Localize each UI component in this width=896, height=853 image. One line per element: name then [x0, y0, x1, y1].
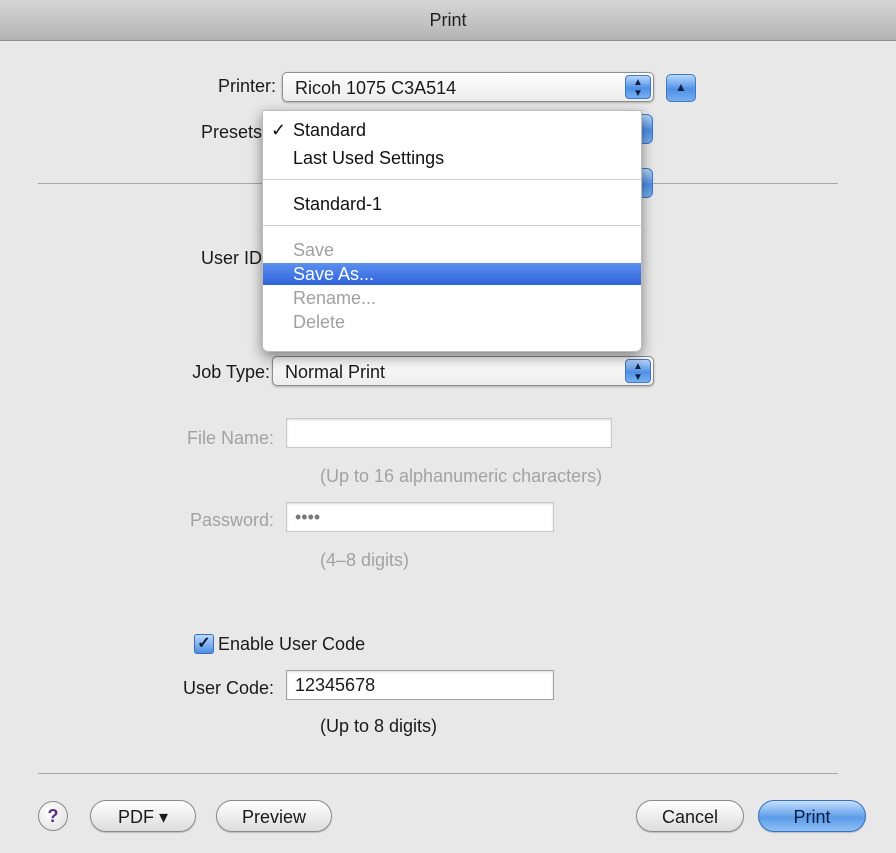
password-field[interactable]: •••• [286, 502, 554, 532]
up-down-arrows-icon: ▲ ▼ [625, 75, 651, 99]
menu-item-last-used-settings[interactable]: Last Used Settings [263, 147, 641, 169]
presets-label: Presets [200, 122, 262, 142]
menu-separator [263, 179, 641, 180]
presets-menu: ✓ Standard Last Used Settings Standard-1… [262, 110, 642, 352]
bottom-separator [38, 773, 838, 774]
menu-item-save: Save [293, 240, 335, 260]
checkmark-icon: ✓ [271, 120, 287, 140]
user-code-field[interactable]: 12345678 [286, 670, 554, 700]
print-button[interactable]: Print [758, 800, 866, 832]
pane-popup-edge[interactable] [642, 168, 653, 198]
user-code-hint: (Up to 8 digits) [320, 716, 438, 736]
printer-popup[interactable]: Ricoh 1075 C3A514 ▲ ▼ [282, 72, 654, 102]
menu-item-save-as[interactable]: Save As... [263, 263, 641, 285]
menu-item-delete: Delete [293, 312, 346, 332]
menu-item-rename: Rename... [293, 288, 377, 308]
file-name-field[interactable] [286, 418, 612, 448]
user-code-label: User Code: [182, 678, 274, 698]
job-type-value: Normal Print [285, 362, 386, 382]
menu-item-standard-1[interactable]: Standard-1 [263, 193, 641, 215]
menu-separator [263, 225, 641, 226]
enable-user-code-label[interactable]: Enable User Code [218, 634, 365, 655]
menu-item-label: Standard [293, 120, 367, 140]
file-name-label: File Name: [186, 428, 274, 448]
help-icon[interactable]: ? [38, 801, 68, 831]
enable-user-code-checkbox[interactable]: ✓ [194, 634, 214, 654]
cancel-button[interactable]: Cancel [636, 800, 744, 832]
file-name-hint: (Up to 16 alphanumeric characters) [320, 466, 603, 486]
pdf-button[interactable]: PDF ▾ [90, 800, 196, 832]
menu-item-standard[interactable]: ✓ Standard [263, 119, 641, 141]
window-title: Print [0, 0, 896, 41]
disclosure-triangle-icon[interactable]: ▲ [666, 74, 696, 102]
password-label: Password: [189, 510, 274, 530]
job-type-popup[interactable]: Normal Print ▲ ▼ [272, 356, 654, 386]
up-down-arrows-icon: ▲ ▼ [625, 359, 651, 383]
user-id-label: User ID [200, 248, 262, 268]
printer-label: Printer: [217, 76, 276, 96]
printer-value: Ricoh 1075 C3A514 [295, 78, 457, 98]
password-hint: (4–8 digits) [320, 550, 410, 570]
presets-popup-edge[interactable] [642, 114, 653, 144]
job-type-label: Job Type: [192, 362, 270, 382]
preview-button[interactable]: Preview [216, 800, 332, 832]
